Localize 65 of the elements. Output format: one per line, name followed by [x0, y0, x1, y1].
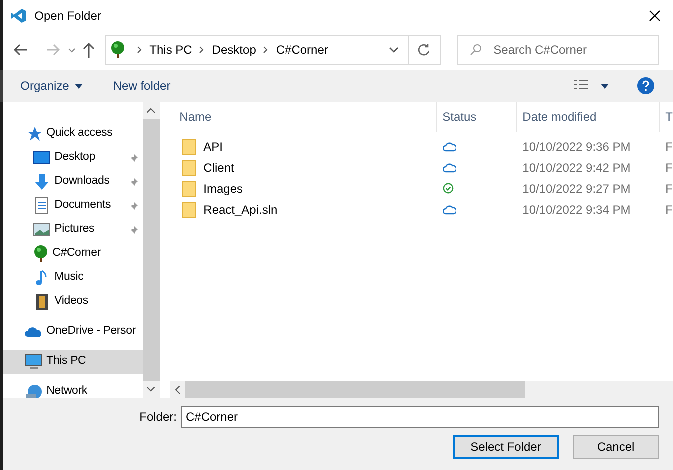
desktop-icon: [32, 149, 51, 167]
nav-item[interactable]: Documents: [2, 194, 143, 218]
app-logo-icon: [10, 8, 27, 24]
search-input[interactable]: Search C#Corner: [494, 41, 646, 59]
chevron-icon: [262, 46, 270, 54]
nav-item[interactable]: Quick access: [2, 122, 143, 146]
breadcrumb[interactable]: Desktop: [212, 41, 256, 59]
chevron-icon: [136, 46, 144, 54]
date-cell-text: 10/10/2022 9:34 PM: [522, 202, 632, 218]
scroll-up-icon[interactable]: [147, 108, 156, 113]
refresh-icon: [417, 43, 432, 57]
picture-icon: [32, 221, 51, 239]
horizontal-scrollbar[interactable]: [170, 381, 673, 398]
folder-label: Folder:: [140, 409, 177, 426]
table-cell-text: F: [664, 180, 673, 198]
folder-icon: [182, 138, 196, 154]
scroll-left-icon[interactable]: [174, 386, 180, 394]
nav-item[interactable]: Videos: [2, 290, 143, 314]
table-cell-text: F: [664, 202, 673, 218]
date-cell-text: 10/10/2022 9:36 PM: [522, 138, 632, 156]
folder-icon: [182, 202, 196, 218]
caret-icon[interactable]: [601, 84, 609, 88]
column-header[interactable]: Date modified: [516, 102, 660, 132]
file-name[interactable]: API: [204, 138, 223, 156]
search-field[interactable]: Search C#Corner: [456, 35, 659, 65]
nav-item[interactable]: Desktop: [2, 146, 143, 170]
window-title: Open Folder: [34, 8, 102, 25]
tree-icon: [110, 41, 126, 59]
table-cell-text: F: [664, 138, 673, 156]
column-header[interactable]: Status: [436, 102, 517, 132]
folder-icon: [182, 180, 196, 196]
new-folder-button[interactable]: New folder: [113, 77, 171, 95]
dialog-button[interactable]: Cancel: [573, 435, 659, 459]
folder-input[interactable]: C#Corner: [181, 406, 659, 428]
chevron-icon: [198, 46, 206, 54]
date-cell-text: 10/10/2022 9:27 PM: [522, 180, 632, 198]
caret-icon: [75, 84, 84, 88]
file-name[interactable]: React_Api.sln: [204, 200, 278, 218]
breadcrumb[interactable]: This PC: [150, 41, 192, 59]
date-cell-text: 10/10/2022 9:42 PM: [522, 160, 632, 176]
column-header[interactable]: T: [660, 102, 673, 132]
nav-item[interactable]: OneDrive - Persor: [2, 320, 143, 344]
up-arrow-icon[interactable]: [80, 40, 97, 60]
nav-item[interactable]: C#Corner: [2, 242, 143, 266]
monitor-icon: [24, 353, 43, 371]
search-icon: [470, 44, 482, 56]
nav-item[interactable]: Music: [2, 266, 143, 290]
nav-item[interactable]: This PC: [2, 350, 143, 374]
organize-button[interactable]: Organize: [20, 77, 84, 95]
document-icon: [32, 197, 51, 215]
file-name[interactable]: Images: [204, 180, 244, 198]
nav-item[interactable]: Downloads: [2, 170, 143, 194]
nav-item[interactable]: Pictures: [2, 218, 143, 242]
column-header[interactable]: Name: [170, 102, 437, 132]
breadcrumb[interactable]: C#Corner: [276, 41, 328, 59]
scroll-down-icon[interactable]: [147, 387, 156, 392]
table-cell-text: F: [664, 160, 673, 176]
close-icon: [649, 10, 661, 22]
dialog-button[interactable]: Select Folder: [453, 435, 559, 459]
download-arrow-icon: [32, 173, 51, 191]
folder-icon: [182, 160, 196, 176]
tree-icon: [32, 245, 49, 263]
help-icon[interactable]: [637, 77, 655, 95]
file-name[interactable]: Client: [204, 158, 234, 176]
address-bar[interactable]: This PC Desktop C#Corner: [104, 35, 441, 65]
